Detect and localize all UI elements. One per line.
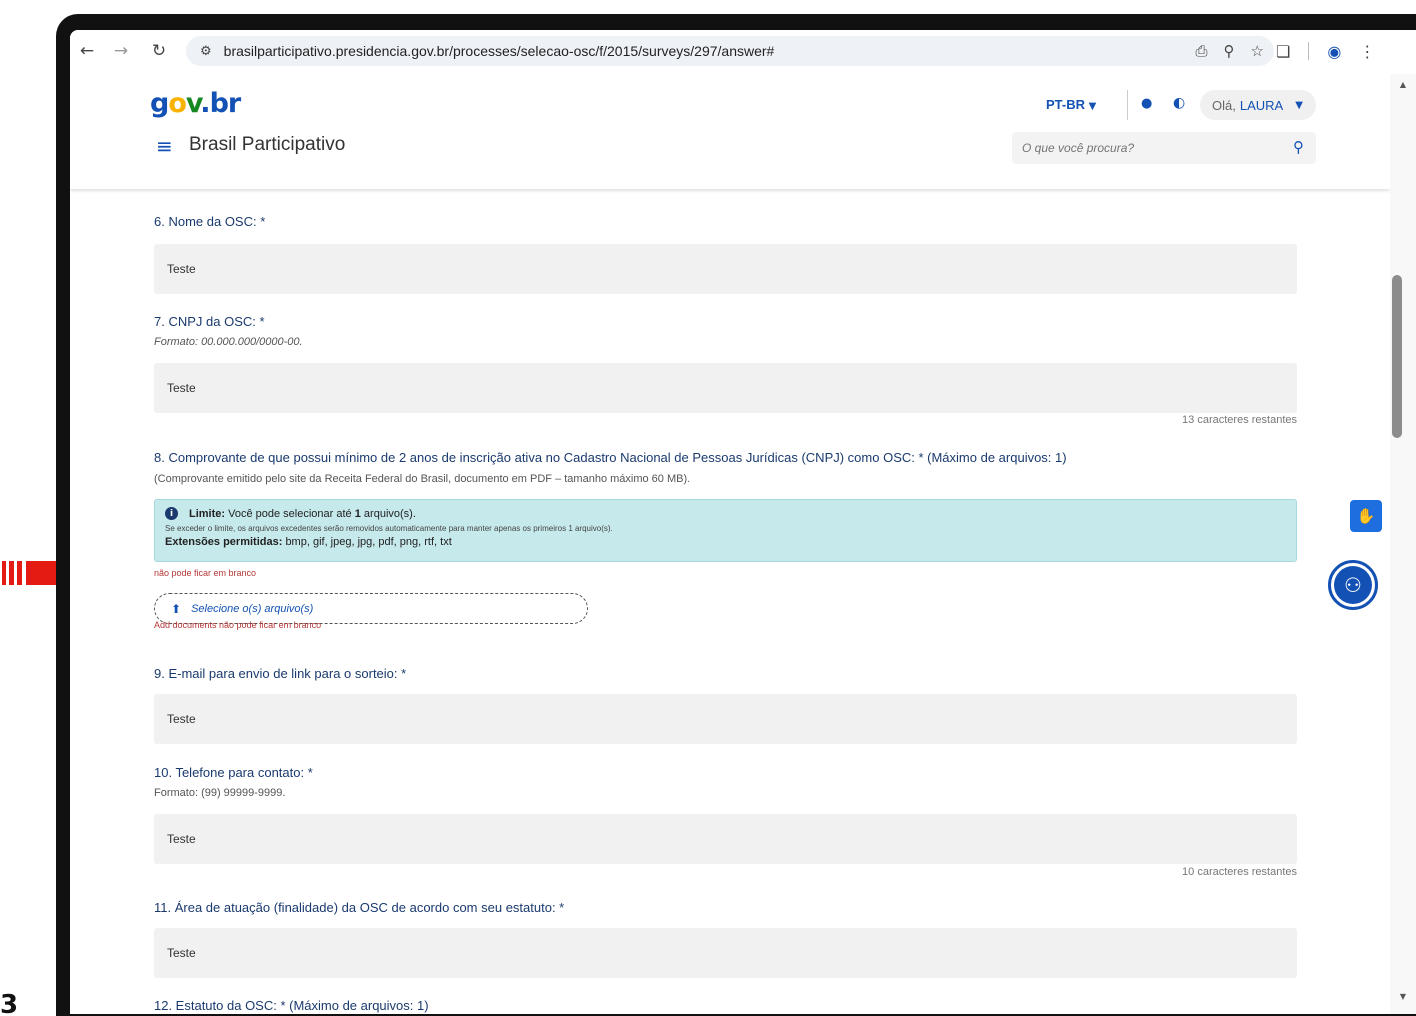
q8-error-blank: não pode ficar em branco [154,568,257,578]
vlibras-hand-icon[interactable]: ✋ [1350,500,1382,532]
site-header: gov.br ≡ Brasil Participativo PT-BR ▼ ● … [70,74,1390,189]
q7-chars-remaining: 13 caracteres restantes [1182,414,1297,426]
install-icon[interactable]: ⎙ [1196,42,1208,60]
q7-label: 7. CNPJ da OSC: * [154,314,265,329]
q11-label: 11. Área de atuação (finalidade) da OSC … [154,900,565,915]
scrollbar-thumb[interactable] [1392,275,1402,438]
language-selector[interactable]: PT-BR ▼ [1046,97,1096,112]
search-icon[interactable]: ⚲ [1293,138,1304,156]
header-divider [1127,90,1128,120]
search-input[interactable] [1022,141,1282,155]
q7-input[interactable]: Teste [154,363,1297,413]
stage: 3 ← → ↻ ⚙ brasilparticipativo.presidenci… [0,0,1416,1016]
q12-label: 12. Estatuto da OSC: * (Máximo de arquiv… [154,998,429,1013]
bookmark-star-icon[interactable]: ☆ [1251,42,1264,60]
browser-right-actions: ❏ ◉ ⋮ [1276,36,1375,66]
q10-input[interactable]: Teste [154,814,1297,864]
q9-input[interactable]: Teste [154,694,1297,744]
accessibility-icon: ⚇ [1334,566,1372,604]
cookie-icon[interactable]: ● [1141,96,1152,111]
q10-label: 10. Telefone para contato: * [154,765,313,780]
q6-input[interactable]: Teste [154,244,1297,294]
chevron-down-icon: ▼ [1295,99,1303,111]
q8-limit-alert: i Limite: Você pode selecionar até 1 arq… [154,499,1297,562]
alert-extensions-line: Extensões permitidas: bmp, gif, jpeg, jp… [165,536,452,548]
site-info-icon[interactable]: ⚙ [200,44,212,59]
q8-error-documents: Add documents não pode ficar em branco [154,620,322,630]
scroll-down-icon[interactable]: ▼ [1390,992,1416,1001]
alert-limit-line: i Limite: Você pode selecionar até 1 arq… [165,507,1286,520]
zoom-icon[interactable]: ⚲ [1224,42,1235,60]
q11-input[interactable]: Teste [154,928,1297,978]
user-name: LAURA [1239,97,1284,113]
slide-step-number: 3 [0,990,19,1016]
q8-label: 8. Comprovante de que possui mínimo de 2… [154,450,1067,465]
toolbar-divider [1308,42,1310,60]
info-icon: i [165,507,178,520]
upload-icon: ⬆ [171,601,182,616]
hamburger-menu-icon[interactable]: ≡ [156,134,173,158]
reload-icon[interactable]: ↻ [144,36,174,66]
q10-chars-remaining: 10 caracteres restantes [1182,866,1297,878]
site-title[interactable]: Brasil Participativo [189,134,345,156]
contrast-icon[interactable]: ◐ [1173,95,1185,111]
govbr-logo[interactable]: gov.br [150,88,241,119]
address-bar[interactable]: ⚙ brasilparticipativo.presidencia.gov.br… [186,36,1274,66]
q7-hint: Formato: 00.000.000/0000-00. [154,336,303,348]
q9-label: 9. E-mail para envio de link para o sort… [154,666,407,681]
browser-screen: ← → ↻ ⚙ brasilparticipativo.presidencia.… [70,30,1416,1014]
q8-hint: (Comprovante emitido pelo site da Receit… [154,473,691,485]
extensions-icon[interactable]: ❏ [1276,42,1290,61]
profile-icon[interactable]: ◉ [1327,42,1341,61]
browser-toolbar: ← → ↻ ⚙ brasilparticipativo.presidencia.… [70,30,1416,72]
page-scrollbar[interactable] [1390,74,1416,1014]
back-icon[interactable]: ← [72,36,102,66]
q10-hint: Formato: (99) 99999-9999. [154,787,286,799]
accessibility-button[interactable]: ⚇ [1328,560,1378,610]
address-bar-actions: ⎙ ⚲ ☆ [1196,36,1264,66]
greeting-text: Olá, [1212,97,1236,113]
more-menu-icon[interactable]: ⋮ [1359,42,1375,61]
q6-label: 6. Nome da OSC: * [154,214,266,229]
forward-icon[interactable]: → [106,36,136,66]
user-menu-button[interactable]: Olá, LAURA ▼ [1200,90,1316,120]
alert-note: Se exceder o limite, os arquivos exceden… [165,524,613,533]
search-box: ⚲ [1012,132,1316,164]
scroll-up-icon[interactable]: ▲ [1390,80,1416,89]
upload-label: Selecione o(s) arquivo(s) [191,602,314,615]
url-text[interactable]: brasilparticipativo.presidencia.gov.br/p… [224,43,775,59]
